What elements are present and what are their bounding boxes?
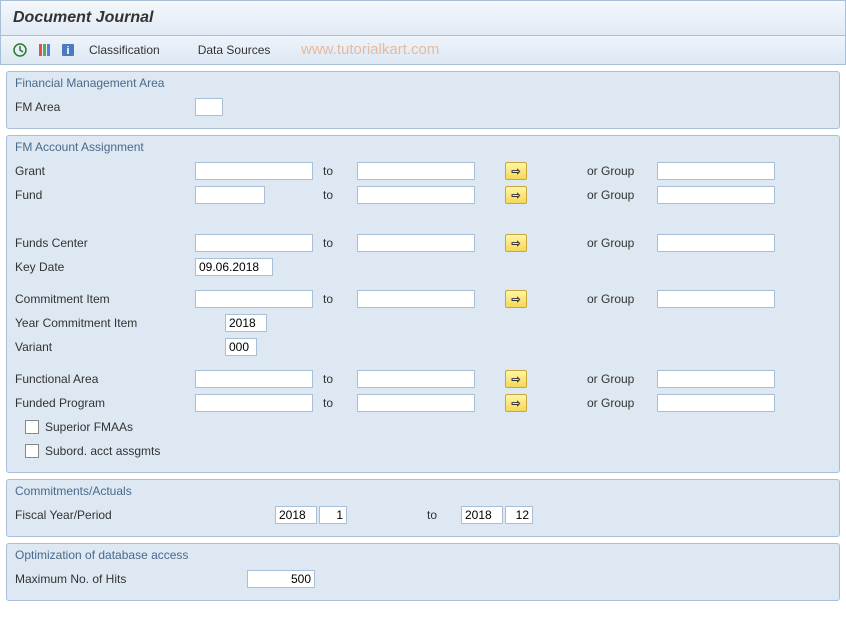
max-hits-input[interactable] bbox=[247, 570, 315, 588]
execute-icon[interactable] bbox=[11, 41, 29, 59]
funded-program-multi-select-button[interactable]: ⇨ bbox=[505, 394, 527, 412]
fund-or-group-label: or Group bbox=[587, 188, 657, 202]
superior-fmaas-label: Superior FMAAs bbox=[45, 420, 133, 434]
fm-area-group: Financial Management Area FM Area bbox=[6, 71, 840, 129]
funded-program-or-group-label: or Group bbox=[587, 396, 657, 410]
grant-or-group-label: or Group bbox=[587, 164, 657, 178]
fund-multi-select-button[interactable]: ⇨ bbox=[505, 186, 527, 204]
funds-center-multi-select-button[interactable]: ⇨ bbox=[505, 234, 527, 252]
fund-from-input[interactable] bbox=[195, 186, 265, 204]
fund-label: Fund bbox=[15, 188, 195, 202]
fund-group-input[interactable] bbox=[657, 186, 775, 204]
superior-fmaas-checkbox[interactable] bbox=[25, 420, 39, 434]
subord-acct-label: Subord. acct assgmts bbox=[45, 444, 160, 458]
funded-program-group-input[interactable] bbox=[657, 394, 775, 412]
funds-center-label: Funds Center bbox=[15, 236, 195, 250]
variant-icon[interactable] bbox=[35, 41, 53, 59]
watermark: www.tutorialkart.com bbox=[301, 41, 439, 58]
funded-program-to-label: to bbox=[323, 396, 347, 410]
commitment-item-from-input[interactable] bbox=[195, 290, 313, 308]
classification-button[interactable]: Classification bbox=[83, 43, 166, 57]
fm-area-group-title: Financial Management Area bbox=[15, 72, 831, 96]
fiscal-year-label: Fiscal Year/Period bbox=[15, 508, 275, 522]
funds-center-from-input[interactable] bbox=[195, 234, 313, 252]
functional-area-group-input[interactable] bbox=[657, 370, 775, 388]
fund-to-label: to bbox=[323, 188, 347, 202]
info-icon[interactable]: i bbox=[59, 41, 77, 59]
grant-label: Grant bbox=[15, 164, 195, 178]
functional-area-to-input[interactable] bbox=[357, 370, 475, 388]
functional-area-to-label: to bbox=[323, 372, 347, 386]
funds-center-or-group-label: or Group bbox=[587, 236, 657, 250]
grant-to-input[interactable] bbox=[357, 162, 475, 180]
fiscal-to-label: to bbox=[427, 508, 451, 522]
optimization-group-title: Optimization of database access bbox=[15, 544, 831, 568]
title-bar: Document Journal bbox=[0, 0, 846, 36]
optimization-group: Optimization of database access Maximum … bbox=[6, 543, 840, 601]
fm-account-group-title: FM Account Assignment bbox=[15, 136, 831, 160]
fm-area-label: FM Area bbox=[15, 100, 195, 114]
funded-program-from-input[interactable] bbox=[195, 394, 313, 412]
commitment-item-label: Commitment Item bbox=[15, 292, 195, 306]
functional-area-label: Functional Area bbox=[15, 372, 195, 386]
grant-multi-select-button[interactable]: ⇨ bbox=[505, 162, 527, 180]
functional-area-from-input[interactable] bbox=[195, 370, 313, 388]
data-sources-button[interactable]: Data Sources bbox=[192, 43, 277, 57]
fm-area-input[interactable] bbox=[195, 98, 223, 116]
funds-center-to-label: to bbox=[323, 236, 347, 250]
fiscal-year-to-input[interactable] bbox=[461, 506, 503, 524]
page-title: Document Journal bbox=[13, 9, 833, 27]
commitment-item-group-input[interactable] bbox=[657, 290, 775, 308]
fiscal-year-from-input[interactable] bbox=[275, 506, 317, 524]
key-date-label: Key Date bbox=[15, 260, 195, 274]
grant-group-input[interactable] bbox=[657, 162, 775, 180]
fund-to-input[interactable] bbox=[357, 186, 475, 204]
funds-center-to-input[interactable] bbox=[357, 234, 475, 252]
variant-label: Variant bbox=[15, 340, 225, 354]
grant-from-input[interactable] bbox=[195, 162, 313, 180]
svg-text:i: i bbox=[66, 45, 69, 57]
commitments-group: Commitments/Actuals Fiscal Year/Period t… bbox=[6, 479, 840, 537]
funds-center-group-input[interactable] bbox=[657, 234, 775, 252]
commitment-item-or-group-label: or Group bbox=[587, 292, 657, 306]
year-ci-label: Year Commitment Item bbox=[15, 316, 225, 330]
commitment-item-to-label: to bbox=[323, 292, 347, 306]
variant-input[interactable] bbox=[225, 338, 257, 356]
subord-acct-checkbox[interactable] bbox=[25, 444, 39, 458]
fiscal-period-to-input[interactable] bbox=[505, 506, 533, 524]
functional-area-or-group-label: or Group bbox=[587, 372, 657, 386]
commitment-item-to-input[interactable] bbox=[357, 290, 475, 308]
funded-program-label: Funded Program bbox=[15, 396, 195, 410]
year-ci-input[interactable] bbox=[225, 314, 267, 332]
grant-to-label: to bbox=[323, 164, 347, 178]
max-hits-label: Maximum No. of Hits bbox=[15, 572, 247, 586]
toolbar: i Classification Data Sources www.tutori… bbox=[0, 36, 846, 65]
content-area: Financial Management Area FM Area FM Acc… bbox=[0, 65, 846, 607]
functional-area-multi-select-button[interactable]: ⇨ bbox=[505, 370, 527, 388]
fiscal-period-from-input[interactable] bbox=[319, 506, 347, 524]
key-date-input[interactable] bbox=[195, 258, 273, 276]
commitment-item-multi-select-button[interactable]: ⇨ bbox=[505, 290, 527, 308]
fm-account-group: FM Account Assignment Grant to ⇨ or Grou… bbox=[6, 135, 840, 473]
funded-program-to-input[interactable] bbox=[357, 394, 475, 412]
commitments-group-title: Commitments/Actuals bbox=[15, 480, 831, 504]
